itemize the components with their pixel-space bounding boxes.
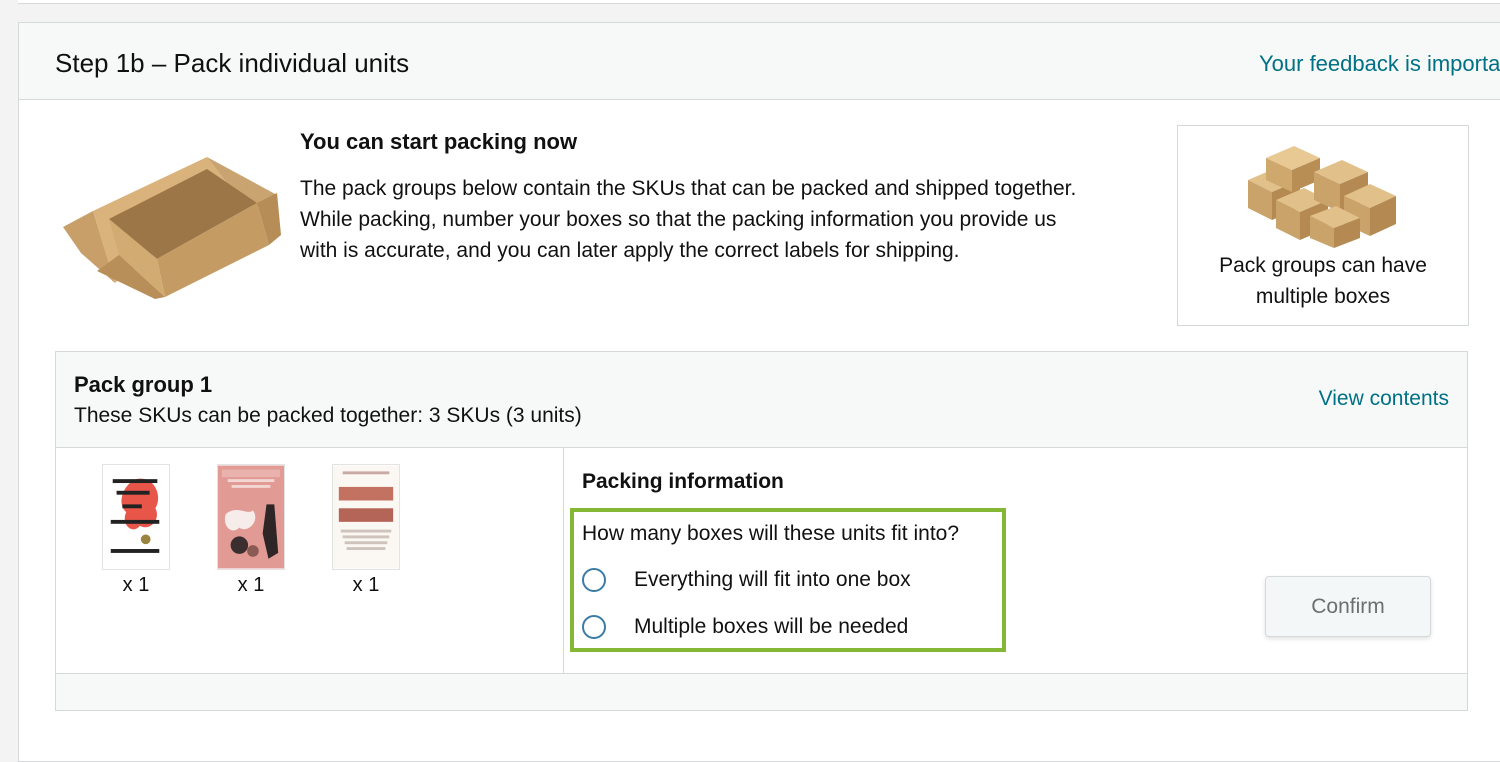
item-quantity: x 1 <box>352 574 380 596</box>
feedback-link[interactable]: Your feedback is importa <box>1259 51 1500 77</box>
tip-text: Pack groups can have multiple boxes <box>1178 250 1468 312</box>
book-cover-cork-dork[interactable] <box>332 464 400 570</box>
intro-line: with is accurate, and you can later appl… <box>300 239 960 262</box>
step-title: Step 1b – Pack individual units <box>55 48 410 78</box>
option-multiple-boxes[interactable]: Multiple boxes will be needed <box>582 615 908 639</box>
pack-groups-tip-card: Pack groups can have multiple boxes <box>1177 125 1469 326</box>
item-quantity: x 1 <box>237 574 265 596</box>
intro-heading: You can start packing now <box>300 129 578 154</box>
pack-group-header: Pack group 1 These SKUs can be packed to… <box>56 352 1467 448</box>
panel-header: Step 1b – Pack individual units Your fee… <box>19 23 1500 100</box>
packing-information-title: Packing information <box>582 470 784 493</box>
step-panel: Step 1b – Pack individual units Your fee… <box>18 22 1500 762</box>
top-divider <box>18 0 1500 4</box>
intro-line: The pack groups below contain the SKUs t… <box>300 177 1077 200</box>
box-count-question: How many boxes will these units fit into… <box>582 522 960 545</box>
radio-one-box[interactable] <box>582 568 606 592</box>
intro-line: While packing, number your boxes so that… <box>300 208 1057 231</box>
option-label[interactable]: Everything will fit into one box <box>634 568 911 592</box>
pack-group-subtitle: These SKUs can be packed together: 3 SKU… <box>74 404 582 427</box>
stacked-boxes-icon <box>1248 146 1396 248</box>
open-cardboard-box-icon <box>63 157 281 299</box>
pack-group-footer <box>56 674 1467 710</box>
view-contents-link[interactable]: View contents <box>1319 387 1449 411</box>
item-quantity: x 1 <box>122 574 150 596</box>
pack-group-body: x 1 x 1 x 1 Packing information How many… <box>56 448 1467 674</box>
pack-group-card: Pack group 1 These SKUs can be packed to… <box>55 351 1468 711</box>
option-label[interactable]: Multiple boxes will be needed <box>634 615 908 639</box>
tip-line: Pack groups can have <box>1219 254 1427 277</box>
pack-group-title: Pack group 1 <box>74 372 213 397</box>
book-cover-brief-wondrous-life[interactable] <box>102 464 170 570</box>
confirm-button[interactable]: Confirm <box>1265 576 1431 637</box>
column-divider <box>563 448 564 673</box>
intro-body: The pack groups below contain the SKUs t… <box>300 173 1160 266</box>
box-count-question-group: How many boxes will these units fit into… <box>570 508 1006 652</box>
radio-multiple-boxes[interactable] <box>582 615 606 639</box>
option-one-box[interactable]: Everything will fit into one box <box>582 568 911 592</box>
book-cover-pink[interactable] <box>217 464 285 570</box>
tip-line: multiple boxes <box>1255 285 1391 308</box>
